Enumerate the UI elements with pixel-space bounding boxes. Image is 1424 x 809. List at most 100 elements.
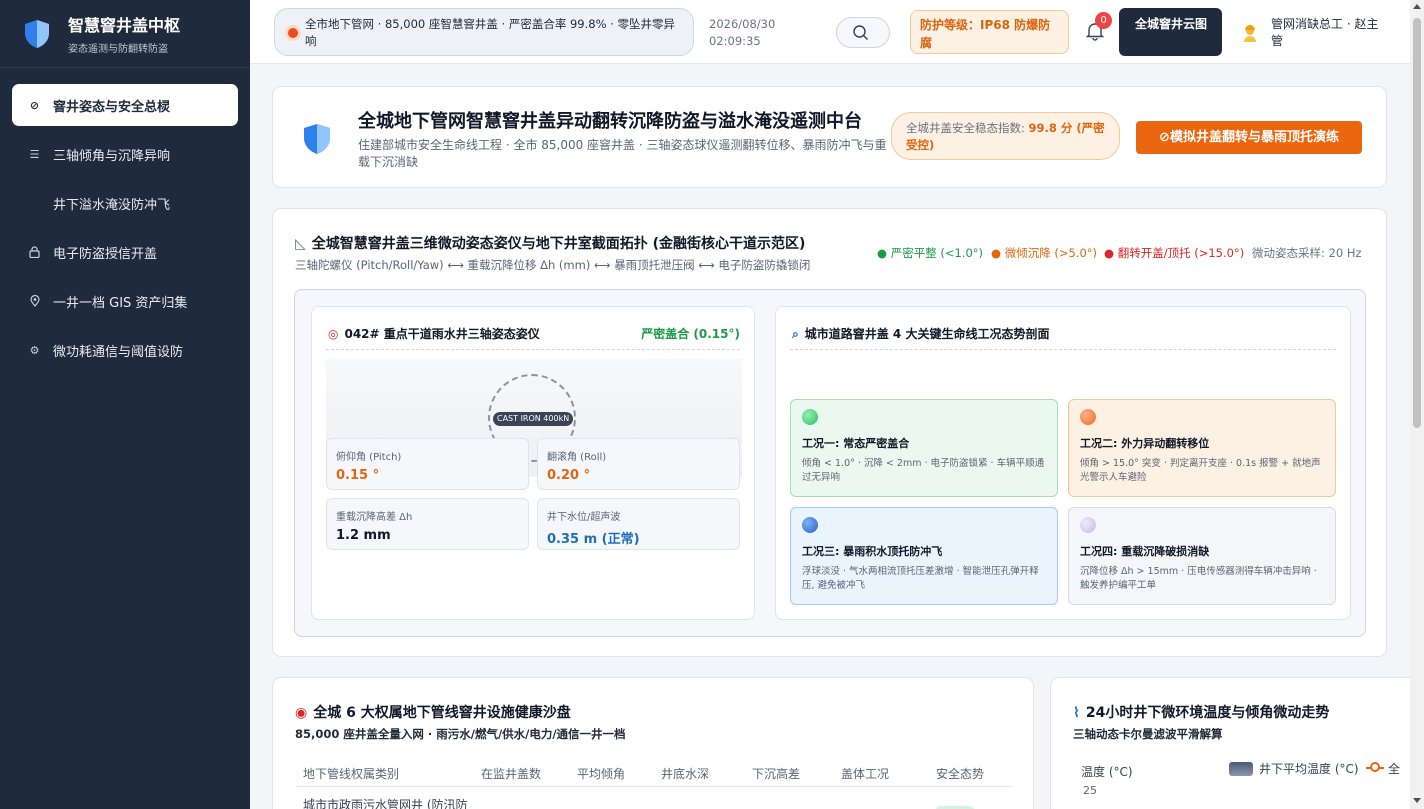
map-pin-icon [28, 295, 41, 308]
attitude-topology-section: ◺ 全城智慧窨井盖三维微动姿态姿仪与地下井室截面拓扑 (金融街核心干道示范区) 三… [272, 208, 1387, 657]
state-card-normal[interactable]: 工况一: 常态严密盖合 倾角 < 1.0° · 沉降 < 2mm · 电子防盗锁… [790, 399, 1058, 497]
topbar: 全市地下管网 · 85,000 座智慧窨井盖 · 严密盖合率 99.8% · 零… [250, 0, 1410, 64]
legend-tilt: ● 微倾沉降 (>5.0°) [991, 246, 1097, 260]
simulate-drill-button[interactable]: ⊘模拟井盖翻转与暴雨顶托演练 [1136, 121, 1362, 154]
city-cloud-map-button[interactable]: 全城窨井云图 [1119, 8, 1222, 56]
col-header: 井底水深 [661, 767, 710, 781]
sidebar-item-label: 微功耗通信与阈值设防 [53, 344, 184, 360]
page-subtitle: 住建部城市安全生命线工程 · 全市 85,000 座窨井盖 · 三轴姿态球仪遥测… [358, 138, 887, 169]
col-header: 安全态势 [936, 767, 985, 781]
sidebar-item-label: 井下溢水淹没防冲飞 [53, 197, 171, 213]
scrollbar-thumb[interactable] [1413, 18, 1421, 428]
safety-index-badge: 全城井盖安全稳态指数: 99.8 分 (严密受控) [891, 112, 1120, 160]
ticker-text: 全市地下管网 · 85,000 座智慧窨井盖 · 严密盖合率 99.8% · 零… [305, 17, 675, 48]
states-title: ⌕ 城市道路窨井盖 4 大关键生命线工况态势剖面 [792, 327, 1050, 341]
metric-settlement: 重载沉降高差 Δh 1.2 mm [326, 498, 529, 550]
sidebar-item-gis[interactable]: 一井一档 GIS 资产归集 [12, 280, 238, 322]
blue-status-dot-icon [802, 517, 818, 533]
legend-temp[interactable]: 井下平均温度 (°C) [1259, 760, 1359, 777]
search-icon [853, 25, 868, 40]
health-title: ◉ 全城 6 大权属地下管线窨井设施健康沙盘 [295, 705, 571, 721]
col-header: 盖体工况 [841, 767, 890, 781]
gyro-status: 严密盖合 (0.15°) [641, 327, 740, 341]
live-dot-icon [288, 28, 298, 38]
sidebar-nav: ⊘ 窨井姿态与安全总棂 ☰ 三轴倾角与沉降异响 井下溢水淹没防冲飞 电子防盗授信… [0, 68, 250, 371]
legend-swatch-temp [1229, 762, 1253, 776]
sidebar-item-label: 一井一档 GIS 资产归集 [53, 295, 188, 311]
state-card-settlement[interactable]: 工况四: 重载沉降破损消缺 沉降位移 Δh > 15mm · 压电传感器测得车辆… [1068, 507, 1336, 605]
orange-status-dot-icon [1080, 409, 1096, 425]
datetime: 2026/08/30 02:09:35 [709, 16, 775, 50]
cover-label: CAST IRON 400kN [493, 412, 574, 426]
gyro-card: ◎ 042# 重点干道雨水井三轴姿态姿仪 严密盖合 (0.15°) CAST IR… [311, 306, 755, 620]
brand-subtitle: 姿态遥测与防翻转防盗 [68, 44, 168, 55]
brand: 智慧窨井盖中枢 姿态遥测与防翻转防盗 [0, 0, 250, 68]
shield-icon [304, 124, 330, 154]
state-card-flip[interactable]: 工况二: 外力异动翻转移位 倾角 > 15.0° 突变 · 判定离开支座 · 0… [1068, 399, 1336, 497]
scroll-up-icon[interactable] [1413, 4, 1421, 9]
topology-panel: ◎ 042# 重点干道雨水井三轴姿态姿仪 严密盖合 (0.15°) CAST IR… [294, 289, 1366, 637]
sampling-rate: 微动姿态采样: 20 Hz [1252, 246, 1362, 260]
sliders-icon: ☰ [29, 147, 40, 161]
trend-subtitle: 三轴动态卡尔曼滤波平滑解算 [1073, 727, 1223, 741]
legend-tilt[interactable]: 全 [1388, 760, 1400, 777]
sidebar-item-antitheft[interactable]: 电子防盗授信开盖 [12, 231, 238, 273]
table-row[interactable]: 城市市政雨污水管网井 (防汛防 [303, 796, 468, 809]
gauge-icon: ⊘ [29, 98, 40, 112]
sidebar-item-label: 三轴倾角与沉降异响 [53, 148, 171, 164]
gyro-title: ◎ 042# 重点干道雨水井三轴姿态姿仪 [328, 327, 540, 341]
shield-logo-icon [25, 19, 49, 48]
y-tick: 25 [1083, 784, 1097, 797]
sidebar: 智慧窨井盖中枢 姿态遥测与防翻转防盗 ⊘ 窨井姿态与安全总棂 ☰ 三轴倾角与沉降… [0, 0, 250, 809]
col-header: 下沉高差 [752, 767, 801, 781]
col-header: 平均倾角 [577, 767, 626, 781]
target-icon: ◎ [328, 327, 339, 341]
y-axis-label: 温度 (°C) [1081, 765, 1133, 779]
sidebar-item-flood[interactable]: 井下溢水淹没防冲飞 [12, 182, 238, 224]
user-name: 管网消缺总工 · 赵主管 [1271, 17, 1379, 48]
user-menu[interactable]: 管网消缺总工 · 赵主管 [1240, 16, 1390, 50]
brand-title: 智慧窨井盖中枢 [68, 16, 181, 35]
traffic-light-icon: ◉ [295, 705, 308, 721]
state-card-flood[interactable]: 工况三: 暴雨积水顶托防冲飞 浮球淡没 · 气水两相流顶托压差激增 · 智能泄压… [790, 507, 1058, 605]
status-ticker: 全市地下管网 · 85,000 座智慧窨井盖 · 严密盖合率 99.8% · 零… [274, 8, 694, 56]
health-subtitle: 85,000 座井盖全量入网 · 雨污水/燃气/供水/电力/通信一井一档 [295, 727, 626, 741]
section-title: ◺ 全城智慧窨井盖三维微动姿态姿仪与地下井室截面拓扑 (金融街核心干道示范区) [295, 236, 806, 252]
date-text: 2026/08/30 [709, 17, 776, 31]
time-text: 02:09:35 [709, 34, 761, 48]
legend-marker-tilt [1370, 762, 1380, 772]
gear-icon: ⚙ [29, 343, 40, 357]
sidebar-item-tilt[interactable]: ☰ 三轴倾角与沉降异响 [12, 133, 238, 175]
sidebar-item-overview[interactable]: ⊘ 窨井姿态与安全总棂 [12, 84, 238, 126]
col-header: 在监井盖数 [481, 767, 542, 781]
lock-icon [28, 246, 41, 259]
triangle-ruler-icon: ◺ [295, 236, 306, 252]
magnifier-icon: ⌕ [792, 327, 799, 341]
chart-icon: ⌇ [1073, 705, 1080, 721]
protection-level-badge: 防护等级：IP68 防爆防腐 [910, 10, 1069, 54]
sidebar-item-label: 窨井姿态与安全总棂 [53, 99, 171, 115]
metric-pitch: 俯仰角 (Pitch) 0.15 ° [326, 438, 529, 490]
trend-chart-card: ⌇ 24小时井下微环境温度与倾角微动走势 三轴动态卡尔曼滤波平滑解算 温度 (°C… [1050, 677, 1420, 809]
legend-flip: ● 翻转开盖/顶托 (>15.0°) [1104, 246, 1245, 260]
page-title: 全城地下管网智慧窨井盖异动翻转沉降防盗与溢水淹没遥测中台 [358, 111, 862, 132]
notification-count-badge: 0 [1095, 12, 1112, 29]
health-sandbox-card: ◉ 全城 6 大权属地下管线窨井设施健康沙盘 85,000 座井盖全量入网 · 雨… [272, 677, 1034, 809]
purple-status-dot-icon [1080, 517, 1096, 533]
safety-index-label: 全城井盖安全稳态指数: [906, 121, 1025, 135]
legend-strict: ● 严密平整 (<1.0°) [877, 246, 983, 260]
worker-avatar-icon [1244, 25, 1256, 42]
metric-water-level: 井下水位/超声波 0.35 m (正常) [537, 498, 740, 550]
green-status-dot-icon [802, 409, 818, 425]
states-card: ⌕ 城市道路窨井盖 4 大关键生命线工况态势剖面 工况一: 常态严密盖合 倾角 <… [775, 306, 1351, 620]
metric-roll: 翻滚角 (Roll) 0.20 ° [537, 438, 740, 490]
page-scrollbar[interactable] [1410, 0, 1424, 809]
sidebar-item-label: 电子防盗授信开盖 [53, 246, 158, 262]
sidebar-item-settings[interactable]: ⚙ 微功耗通信与阈值设防 [12, 329, 238, 371]
section-subtitle: 三轴陀螺仪 (Pitch/Roll/Yaw) ⟷ 重载沉降位移 Δh (mm) … [295, 258, 811, 272]
col-header: 地下管线权属类别 [303, 767, 400, 781]
search-button[interactable] [836, 17, 890, 48]
scroll-down-icon[interactable] [1413, 798, 1421, 803]
page-header-card: 全城地下管网智慧窨井盖异动翻转沉降防盗与溢水淹没遥测中台 住建部城市安全生命线工… [272, 86, 1387, 188]
trend-title: ⌇ 24小时井下微环境温度与倾角微动走势 [1073, 705, 1330, 721]
